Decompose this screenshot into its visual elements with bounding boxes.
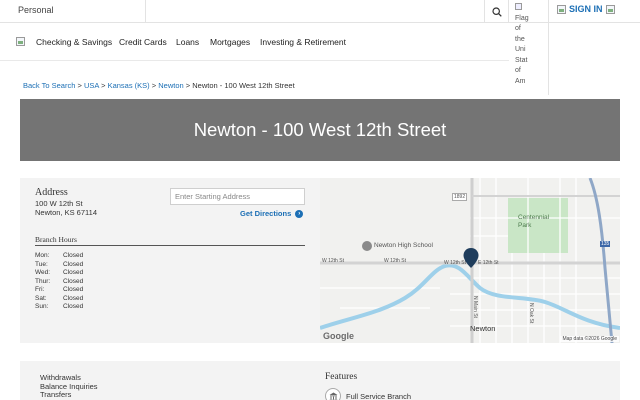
sign-in-label: SIGN IN — [569, 4, 603, 14]
nav-loans[interactable]: Loans — [176, 37, 199, 47]
features-heading: Features — [325, 372, 358, 382]
hours-row-fri: Fri: Closed — [35, 286, 84, 293]
hero-banner: Newton - 100 West 12th Street — [20, 99, 620, 161]
breadcrumb-separator: > — [151, 81, 157, 90]
bank-logo[interactable] — [16, 37, 25, 46]
nav-mortgages[interactable]: Mortgages — [210, 37, 250, 47]
flag-alt-word: the — [515, 35, 525, 43]
country-flag-broken-image[interactable]: Flag of the Uni Stat of Am — [509, 0, 549, 95]
map-pin-icon[interactable] — [463, 248, 479, 268]
map-highway-shield: 135 — [600, 241, 611, 247]
map-label-city: Newton — [470, 324, 496, 333]
address-heading: Address — [35, 187, 68, 198]
breadcrumb-separator: > — [185, 81, 191, 90]
school-icon — [362, 241, 372, 251]
branch-info-panel: Address 100 W 12th St Newton, KS 67114 G… — [20, 178, 320, 343]
map-label-street: W 12th St — [384, 258, 406, 264]
breadcrumb-back-to-search[interactable]: Back To Search — [23, 81, 75, 90]
river — [320, 263, 620, 330]
main-navigation: Checking & Savings Credit Cards Loans Mo… — [0, 23, 509, 61]
breadcrumb-newton[interactable]: Newton — [158, 81, 183, 90]
hours-row-mon: Mon: Closed — [35, 252, 84, 259]
breadcrumb: Back To Search > USA > Kansas (KS) > New… — [23, 81, 295, 90]
flag-alt-text: Flag of the Uni Stat of Am — [515, 15, 529, 85]
map-label-centennial-park: Centennial Park — [518, 214, 550, 229]
bank-building-icon — [325, 388, 341, 400]
page-title: Newton - 100 West 12th Street — [193, 119, 447, 140]
address-line-2: Newton, KS 67114 — [35, 208, 97, 217]
broken-image-icon — [605, 4, 615, 14]
starting-address-input[interactable] — [170, 188, 305, 205]
services-panel: Withdrawals Balance Inquiries Transfers … — [20, 361, 620, 400]
map-label-street: E 12th St — [478, 260, 499, 266]
broken-image-icon — [515, 3, 522, 10]
address-line-1: 100 W 12th St — [35, 199, 83, 208]
utility-bar: Personal Flag of the Uni Stat of Am SIGN IN — [0, 0, 640, 95]
personal-tab[interactable]: Personal — [18, 5, 54, 15]
nav-credit-cards[interactable]: Credit Cards — [119, 37, 167, 47]
hours-row-sat: Sat: Closed — [35, 294, 84, 302]
flag-alt-word: Am — [515, 77, 526, 85]
feature-label: Full Service Branch — [346, 391, 412, 400]
google-logo: Google — [323, 331, 354, 341]
branch-hours-heading: Branch Hours — [35, 235, 77, 244]
flag-alt-word: of — [515, 25, 521, 32]
breadcrumb-separator: > — [101, 81, 106, 90]
map-label-street: W 12th St — [322, 258, 344, 264]
flag-alt-word: Stat — [515, 56, 528, 64]
get-directions-link[interactable]: Get Directions › — [240, 209, 304, 218]
map-route-shield: 1892 — [452, 193, 468, 201]
hours-row-sun: Sun: Closed — [35, 303, 84, 310]
nav-investing-retirement[interactable]: Investing & Retirement — [260, 37, 346, 47]
sign-in-link[interactable]: SIGN IN — [557, 4, 615, 14]
hours-row-wed: Wed: Closed — [35, 269, 84, 276]
feature-item: Full Service Branch — [325, 388, 411, 400]
highway-135 — [588, 178, 614, 343]
map-attribution[interactable]: Map data ©2026 Google — [560, 336, 619, 342]
flag-alt-word: of — [515, 67, 521, 74]
breadcrumb-kansas[interactable]: Kansas (KS) — [108, 81, 150, 90]
hours-row-thur: Thur: Closed — [35, 277, 84, 285]
lock-icon — [557, 4, 566, 14]
breadcrumb-current: Newton - 100 West 12th Street — [192, 81, 295, 90]
divider — [35, 245, 305, 246]
chevron-right-icon: › — [295, 209, 304, 218]
hours-row-tue: Tue: Closed — [35, 260, 84, 268]
get-directions-label: Get Directions — [240, 209, 292, 218]
map-label-street: N Oak St — [528, 303, 534, 324]
map-label-street: N Main St — [472, 296, 478, 318]
branch-map[interactable]: Centennial Park Newton High School Newto… — [320, 178, 620, 343]
breadcrumb-usa[interactable]: USA — [84, 81, 99, 90]
nav-checking-savings[interactable]: Checking & Savings — [36, 37, 112, 47]
search-button[interactable] — [484, 0, 509, 23]
service-item: Transfers — [40, 390, 72, 399]
flag-alt-word: Flag — [515, 14, 529, 22]
breadcrumb-separator: > — [77, 81, 82, 90]
search-icon — [491, 6, 502, 17]
map-label-school: Newton High School — [374, 242, 433, 249]
divider — [145, 0, 146, 23]
flag-alt-word: Uni — [515, 46, 526, 53]
